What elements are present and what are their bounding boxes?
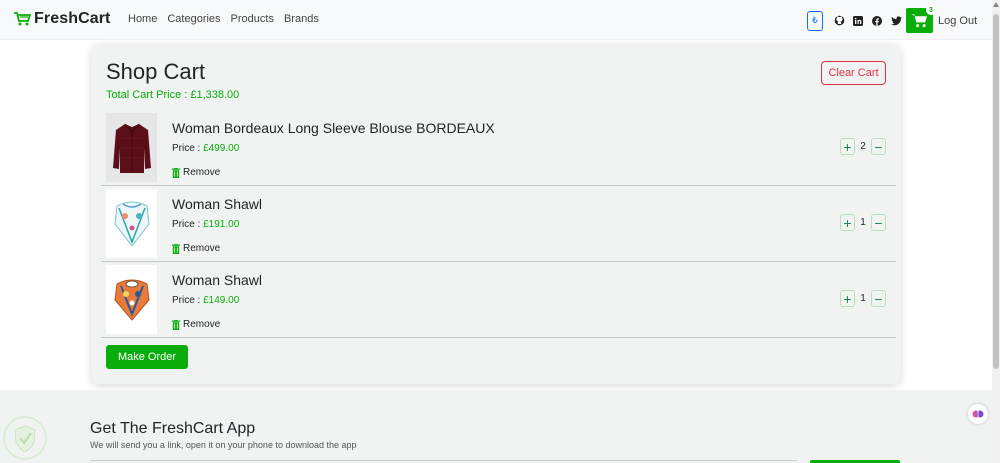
cart-icon bbox=[911, 14, 927, 28]
app-title: Get The FreshCart App bbox=[90, 420, 256, 437]
shawl-image bbox=[113, 279, 150, 321]
decrease-button[interactable]: − bbox=[871, 214, 886, 231]
nav-link-home[interactable]: Home bbox=[128, 13, 157, 25]
decrease-button[interactable]: − bbox=[871, 138, 886, 155]
cart-item: Woman Shawl Price : £149.00 Remove + 1 − bbox=[101, 262, 896, 338]
nav-link-products[interactable]: Products bbox=[231, 13, 274, 25]
quantity-value: 1 bbox=[860, 217, 866, 228]
quantity-stepper: + 2 − bbox=[840, 138, 886, 155]
cart-button[interactable]: 3 bbox=[906, 5, 936, 33]
navbar: FreshCart Home Categories Products Brand… bbox=[0, 0, 992, 40]
cart-item: Woman Shawl Price : £191.00 Remove + 1 − bbox=[101, 186, 896, 262]
logout-link[interactable]: Log Out bbox=[938, 15, 977, 27]
product-image[interactable] bbox=[106, 113, 157, 182]
total-cart-price: Total Cart Price : £1,338.00 bbox=[106, 89, 239, 101]
linkedin-icon[interactable] bbox=[851, 11, 865, 31]
increase-button[interactable]: + bbox=[840, 290, 855, 307]
remove-button[interactable]: Remove bbox=[172, 319, 220, 330]
product-price: Price : £499.00 bbox=[172, 143, 239, 154]
remove-label: Remove bbox=[183, 167, 221, 178]
scrollbar[interactable] bbox=[992, 0, 1000, 463]
remove-button[interactable]: Remove bbox=[172, 243, 220, 254]
decrease-button[interactable]: − bbox=[871, 290, 886, 307]
app-promo-section: Get The FreshCart App We will send you a… bbox=[0, 390, 992, 463]
trash-icon bbox=[172, 167, 180, 178]
trash-icon bbox=[172, 243, 180, 254]
product-name: Woman Shawl bbox=[172, 272, 263, 288]
scroll-up-arrow-icon[interactable] bbox=[993, 2, 999, 7]
price-value: £149.00 bbox=[203, 295, 240, 306]
remove-label: Remove bbox=[183, 243, 221, 254]
product-price: Price : £149.00 bbox=[172, 295, 239, 306]
increase-button[interactable]: + bbox=[840, 214, 855, 231]
trash-icon bbox=[172, 319, 180, 330]
facebook-icon[interactable] bbox=[870, 11, 884, 31]
scroll-thumb[interactable] bbox=[993, 14, 999, 369]
cart-title: Shop Cart bbox=[106, 59, 206, 84]
price-label: Price : bbox=[172, 143, 204, 154]
cart-logo-icon bbox=[14, 12, 31, 26]
remove-button[interactable]: Remove bbox=[172, 167, 220, 178]
remove-label: Remove bbox=[183, 319, 221, 330]
product-name: Woman Shawl bbox=[172, 196, 263, 212]
price-value: £499.00 bbox=[203, 143, 240, 154]
extension-brain-icon[interactable] bbox=[968, 404, 988, 424]
product-image[interactable] bbox=[106, 189, 157, 258]
price-value: £191.00 bbox=[203, 219, 240, 230]
cart-count-badge: 3 bbox=[926, 5, 936, 15]
price-label: Price : bbox=[172, 295, 204, 306]
blouse-image bbox=[112, 123, 151, 173]
quantity-value: 2 bbox=[860, 141, 866, 152]
cart-panel: Shop Cart Total Cart Price : £1,338.00 C… bbox=[91, 44, 901, 384]
make-order-button[interactable]: Make Order bbox=[106, 345, 188, 369]
quantity-stepper: + 1 − bbox=[840, 214, 886, 231]
currency-toggle[interactable]: ₺ bbox=[807, 10, 823, 31]
brand-name: FreshCart bbox=[34, 10, 111, 27]
product-name: Woman Bordeaux Long Sleeve Blouse BORDEA… bbox=[172, 120, 495, 136]
product-image[interactable] bbox=[106, 265, 157, 334]
clear-cart-button[interactable]: Clear Cart bbox=[821, 61, 886, 85]
brand-logo[interactable]: FreshCart bbox=[13, 10, 110, 28]
nav-links: Home Categories Products Brands bbox=[128, 13, 329, 25]
nav-link-brands[interactable]: Brands bbox=[284, 13, 319, 25]
nav-right: ₺ 3 Log Out bbox=[807, 5, 977, 33]
total-value: £1,338.00 bbox=[190, 89, 240, 101]
nav-link-categories[interactable]: Categories bbox=[167, 13, 220, 25]
github-icon[interactable] bbox=[832, 11, 846, 31]
total-label: Total Cart Price : bbox=[106, 89, 191, 101]
increase-button[interactable]: + bbox=[840, 138, 855, 155]
product-price: Price : £191.00 bbox=[172, 219, 239, 230]
twitter-icon[interactable] bbox=[889, 11, 903, 31]
app-subtitle: We will send you a link, open it on your… bbox=[90, 440, 357, 450]
watermark-shield-icon bbox=[3, 416, 47, 460]
price-label: Price : bbox=[172, 219, 204, 230]
shawl-image bbox=[113, 201, 150, 247]
cart-item: Woman Bordeaux Long Sleeve Blouse BORDEA… bbox=[101, 110, 896, 186]
quantity-value: 1 bbox=[860, 293, 866, 304]
quantity-stepper: + 1 − bbox=[840, 290, 886, 307]
